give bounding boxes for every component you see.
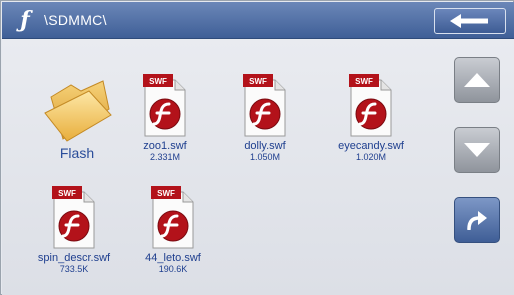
file-size: 1.020M: [355, 152, 387, 162]
swf-file-icon: SWF: [52, 186, 95, 249]
file-size: 2.331M: [149, 152, 181, 162]
file-grid: Flash SWF zoo1.swf 2.331M SWF dolly.swf …: [2, 39, 442, 295]
swf-badge: SWF: [149, 77, 167, 86]
file-name: dolly.swf: [244, 140, 286, 152]
scroll-down-button[interactable]: [454, 127, 500, 173]
scroll-up-button[interactable]: [454, 57, 500, 103]
swf-file-icon: SWF: [143, 74, 186, 137]
folder-icon: [44, 80, 112, 142]
swf-badge: SWF: [355, 77, 373, 86]
swf-file-icon: SWF: [349, 74, 392, 137]
swf-badge: SWF: [157, 189, 175, 198]
swf-file-icon: SWF: [151, 186, 194, 249]
file-item-eyecandy[interactable]: SWF eyecandy.swf 1.020M: [321, 74, 421, 162]
file-browser-window: ƒ \SDMMC\ Flash SWF zoo1.swf 2.331M SWF …: [0, 0, 514, 295]
triangle-up-icon: [464, 73, 490, 87]
file-name: eyecandy.swf: [338, 140, 404, 152]
file-name: 44_leto.swf: [145, 252, 201, 264]
swf-badge: SWF: [249, 77, 267, 86]
file-item-flash[interactable]: Flash: [27, 79, 127, 161]
title-bar: ƒ \SDMMC\: [2, 2, 514, 39]
redo-button[interactable]: [454, 197, 500, 243]
curved-arrow-right-icon: [467, 211, 487, 230]
back-button[interactable]: [434, 8, 506, 34]
file-item-spin-descr[interactable]: SWF spin_descr.swf 733.5K: [24, 186, 124, 274]
swf-badge: SWF: [58, 189, 76, 198]
file-item-44-leto[interactable]: SWF 44_leto.swf 190.6K: [123, 186, 223, 274]
file-size: 733.5K: [59, 264, 89, 274]
file-name: zoo1.swf: [143, 140, 187, 152]
swf-file-icon: SWF: [243, 74, 286, 137]
file-size: 190.6K: [158, 264, 188, 274]
triangle-down-icon: [464, 143, 490, 157]
left-arrow-icon: [450, 14, 488, 28]
file-item-zoo1[interactable]: SWF zoo1.swf 2.331M: [115, 74, 215, 162]
side-controls: [442, 39, 514, 295]
file-name: Flash: [59, 145, 95, 161]
file-name: spin_descr.swf: [37, 252, 111, 264]
flash-f-icon: ƒ: [20, 7, 30, 33]
file-item-dolly[interactable]: SWF dolly.swf 1.050M: [215, 74, 315, 162]
current-path: \SDMMC\: [44, 12, 107, 28]
file-size: 1.050M: [249, 152, 281, 162]
